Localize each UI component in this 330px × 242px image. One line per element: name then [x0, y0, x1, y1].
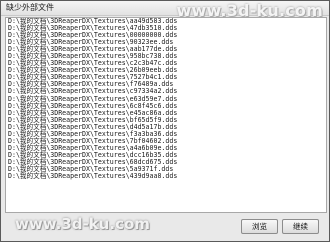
missing-files-list[interactable]: D:\我的文档\3DReaperDX\Textures\aa49d583.dds… — [5, 17, 327, 213]
browse-button[interactable]: 浏览 — [241, 219, 278, 234]
title-bar[interactable]: 缺少外部文件 www.3d-ku.com — [1, 1, 329, 20]
list-item[interactable]: D:\我的文档\3DReaperDX\Textures\439d9aa8.dds — [6, 172, 326, 180]
missing-files-dialog: 缺少外部文件 www.3d-ku.com D:\我的文档\3DReaperDX\… — [0, 0, 330, 242]
dialog-title: 缺少外部文件 — [6, 3, 54, 12]
watermark-bottom: www.3d-ku.com — [15, 215, 150, 233]
continue-button[interactable]: 继续 — [282, 219, 319, 234]
